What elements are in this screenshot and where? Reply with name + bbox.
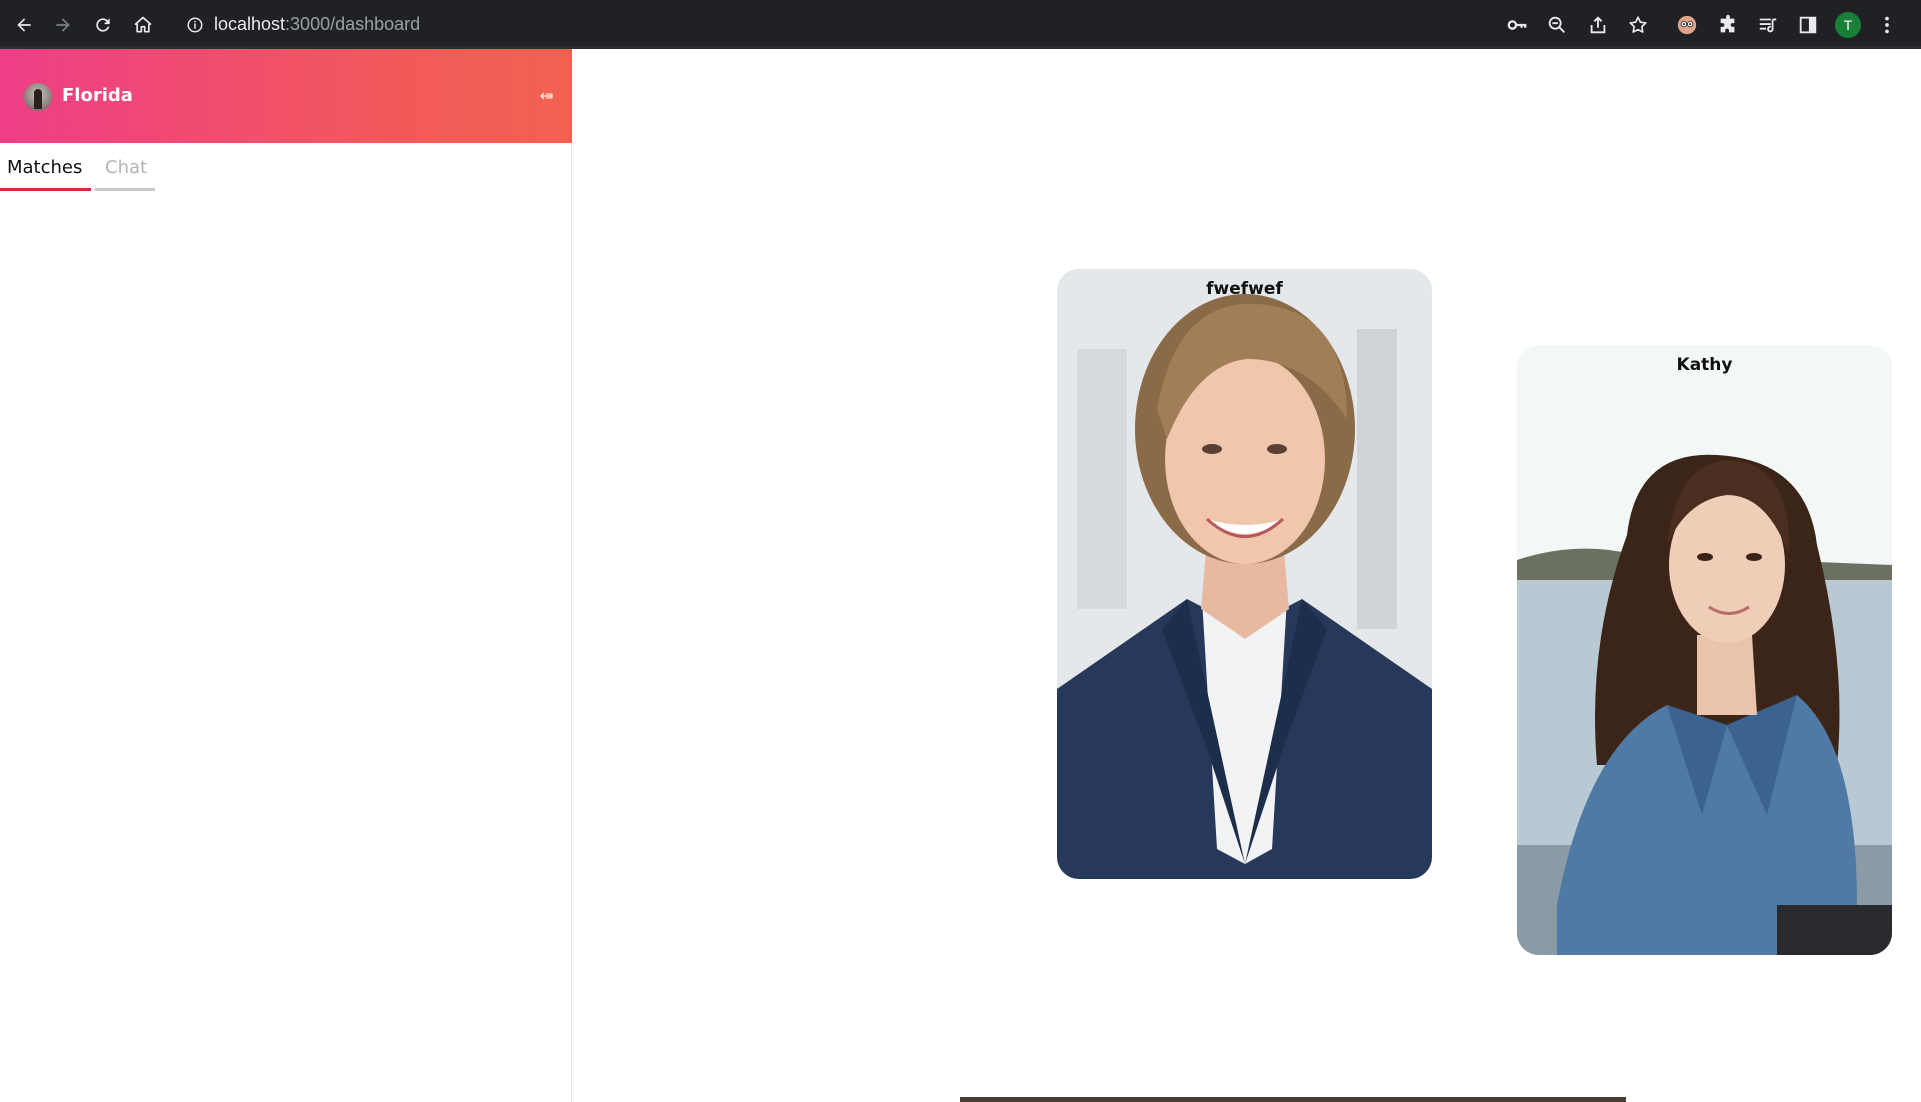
profile-card[interactable]: fwefwef (1057, 269, 1432, 879)
url-host: localhost (214, 14, 286, 34)
media-icon[interactable] (1756, 13, 1780, 37)
address-bar[interactable]: localhost:3000/dashboard (176, 8, 1506, 42)
profile-avatar[interactable]: T (1835, 12, 1861, 38)
user-avatar[interactable] (24, 83, 52, 111)
share-icon[interactable] (1586, 13, 1610, 37)
sidebar: Florida Matches Chat (0, 49, 572, 1102)
logout-icon[interactable] (540, 89, 554, 103)
forward-icon[interactable] (49, 11, 77, 39)
info-icon[interactable] (186, 16, 204, 34)
tab-chat[interactable]: Chat (95, 157, 155, 191)
home-icon[interactable] (129, 11, 157, 39)
extension-avatar-icon[interactable] (1675, 13, 1699, 37)
sidebar-header: Florida (0, 49, 572, 143)
browser-toolbar: localhost:3000/dashboard T (0, 0, 1921, 49)
star-icon[interactable] (1626, 13, 1650, 37)
url-text: localhost:3000/dashboard (214, 14, 420, 35)
card-name: Kathy (1676, 355, 1733, 375)
bottom-strip (960, 1097, 1626, 1102)
more-icon[interactable] (1875, 13, 1899, 37)
puzzle-icon[interactable] (1716, 13, 1740, 37)
sidepanel-icon[interactable] (1796, 13, 1820, 37)
tab-matches[interactable]: Matches (0, 157, 91, 191)
zoom-icon[interactable] (1545, 13, 1569, 37)
card-stack-area: fwefwef Kathy (573, 49, 1921, 1102)
reload-icon[interactable] (89, 11, 117, 39)
back-icon[interactable] (10, 11, 38, 39)
tab-bar: Matches Chat (0, 143, 571, 191)
card-name: fwefwef (1206, 279, 1283, 299)
profile-card[interactable]: Kathy (1517, 345, 1892, 955)
user-name: Florida (62, 85, 133, 106)
key-icon[interactable] (1505, 13, 1529, 37)
url-path: :3000/dashboard (285, 14, 421, 34)
